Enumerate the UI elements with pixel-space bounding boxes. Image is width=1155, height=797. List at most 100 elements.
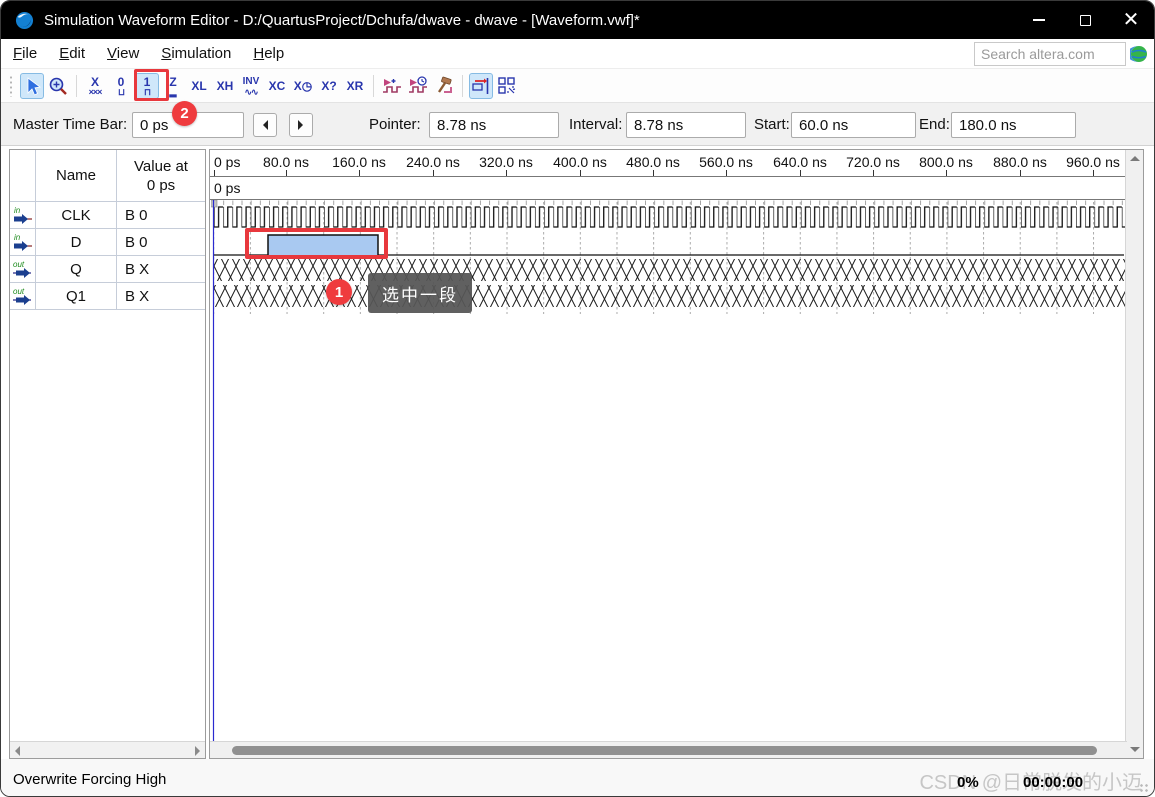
port-direction-cell: in bbox=[10, 202, 36, 229]
signal-panel-hscrollbar[interactable] bbox=[10, 741, 205, 758]
master-time-bar-position: 0 ps bbox=[214, 180, 241, 196]
globe-icon bbox=[1130, 46, 1147, 62]
signal-value[interactable]: B X bbox=[117, 256, 205, 283]
weak-high-button[interactable]: XH bbox=[213, 73, 237, 99]
step-left-button[interactable] bbox=[253, 113, 277, 137]
input-port-icon: in bbox=[13, 233, 32, 251]
resize-grip[interactable] bbox=[1139, 783, 1149, 793]
clock-button[interactable]: X◷ bbox=[291, 73, 315, 99]
start-field[interactable]: 60.0 ns bbox=[791, 112, 916, 138]
menu-bar: File Edit View Simulation Help bbox=[1, 39, 1154, 69]
ruler-label: 960.0 ns bbox=[1066, 154, 1120, 170]
signal-name[interactable]: CLK bbox=[36, 202, 117, 229]
output-port-icon: out bbox=[12, 287, 31, 305]
arbitrary-value-button[interactable]: XR bbox=[343, 73, 367, 99]
close-icon: ✕ bbox=[1122, 9, 1140, 31]
scroll-up-icon[interactable] bbox=[1130, 156, 1140, 161]
forcing-x-icon: X bbox=[90, 74, 99, 89]
random-value-icon: X? bbox=[321, 78, 337, 93]
scroll-down-icon[interactable] bbox=[1130, 747, 1140, 752]
signal-table: Name Value at 0 ps in CLK B 0 in D B 0 o… bbox=[10, 150, 205, 310]
count-value-button[interactable]: XC bbox=[265, 73, 289, 99]
end-field[interactable]: 180.0 ns bbox=[951, 112, 1076, 138]
ruler-label: 320.0 ns bbox=[479, 154, 533, 170]
zoom-icon bbox=[49, 77, 67, 95]
app-window: Simulation Waveform Editor - D:/QuartusP… bbox=[0, 0, 1155, 797]
forcing-0-icon: 0 bbox=[117, 74, 125, 89]
invert-icon: INV bbox=[242, 75, 260, 87]
svg-text:in: in bbox=[14, 206, 21, 215]
menu-help[interactable]: Help bbox=[243, 41, 294, 66]
annotation-box-selection bbox=[245, 228, 388, 259]
menu-edit[interactable]: Edit bbox=[49, 41, 95, 66]
waveform-hscrollbar[interactable] bbox=[210, 741, 1127, 758]
search-input[interactable] bbox=[974, 42, 1126, 66]
arbitrary-value-icon: XR bbox=[346, 78, 364, 93]
insert-waveform-interval-button[interactable] bbox=[380, 73, 404, 99]
value-column-header[interactable]: Value at 0 ps bbox=[117, 150, 205, 202]
scroll-right-icon[interactable] bbox=[195, 746, 200, 756]
status-message: Overwrite Forcing High bbox=[13, 771, 167, 788]
port-direction-cell: out bbox=[10, 283, 36, 310]
annotation-badge-2: 2 bbox=[172, 101, 197, 126]
svg-text:in: in bbox=[14, 233, 21, 242]
ruler-label: 240.0 ns bbox=[406, 154, 460, 170]
master-time-bar-row[interactable]: 0 ps bbox=[210, 177, 1126, 200]
time-ruler[interactable]: 0 ps 80.0 ns 160.0 ns 240.0 ns 320.0 ns … bbox=[210, 150, 1126, 177]
window-title: Simulation Waveform Editor - D:/QuartusP… bbox=[44, 11, 640, 29]
maximize-button[interactable] bbox=[1062, 1, 1108, 39]
generate-waveform-button[interactable] bbox=[432, 73, 456, 99]
master-time-bar-label: Master Time Bar: bbox=[13, 116, 128, 133]
insert-waveform-icon bbox=[383, 78, 401, 93]
forcing-low-button[interactable]: 0 ⊔ bbox=[109, 73, 133, 99]
interval-label: Interval: bbox=[569, 116, 623, 133]
right-arrow-icon bbox=[298, 120, 308, 130]
svg-text:out: out bbox=[13, 287, 25, 296]
minimize-button[interactable] bbox=[1016, 1, 1062, 39]
signal-name[interactable]: Q1 bbox=[36, 283, 117, 310]
hscrollbar-thumb[interactable] bbox=[232, 746, 1097, 755]
step-right-button[interactable] bbox=[289, 113, 313, 137]
pattern-window-button[interactable] bbox=[495, 73, 519, 99]
interval-field[interactable]: 8.78 ns bbox=[626, 112, 746, 138]
menu-simulation[interactable]: Simulation bbox=[151, 41, 241, 66]
signal-name[interactable]: D bbox=[36, 229, 117, 256]
insert-clock-interval-button[interactable] bbox=[406, 73, 430, 99]
svg-text:out: out bbox=[13, 260, 25, 269]
signal-panel: Name Value at 0 ps in CLK B 0 in D B 0 o… bbox=[9, 149, 206, 759]
selection-tool-button[interactable] bbox=[20, 72, 44, 99]
signal-value[interactable]: B 0 bbox=[117, 202, 205, 229]
waveform-canvas[interactable] bbox=[211, 200, 1126, 742]
elapsed-time: 00:00:00 bbox=[1023, 774, 1084, 791]
close-button[interactable]: ✕ bbox=[1108, 1, 1154, 39]
menu-view[interactable]: View bbox=[97, 41, 149, 66]
ruler-label: 800.0 ns bbox=[919, 154, 973, 170]
signal-name[interactable]: Q bbox=[36, 256, 117, 283]
forcing-unknown-x-button[interactable]: X ××× bbox=[83, 73, 107, 99]
status-bar: CSDN @日常脱发的小迈 Overwrite Forcing High 0% … bbox=[1, 759, 1154, 796]
signal-value[interactable]: B 0 bbox=[117, 229, 205, 256]
name-column-header[interactable]: Name bbox=[36, 150, 117, 202]
signal-value[interactable]: B X bbox=[117, 283, 205, 310]
selection-arrow-icon bbox=[27, 76, 41, 96]
pointer-field[interactable]: 8.78 ns bbox=[429, 112, 559, 138]
ruler-label: 400.0 ns bbox=[553, 154, 607, 170]
annotation-badge-1: 1 bbox=[326, 279, 352, 305]
weak-low-button[interactable]: XL bbox=[187, 73, 211, 99]
menu-file[interactable]: File bbox=[3, 41, 47, 66]
snap-to-transition-icon bbox=[472, 77, 489, 94]
invert-button[interactable]: INV ∿∿ bbox=[239, 73, 263, 99]
zoom-tool-button[interactable] bbox=[46, 73, 70, 99]
toolbar-grip[interactable] bbox=[9, 74, 13, 97]
waveform-vscrollbar[interactable] bbox=[1125, 150, 1143, 758]
ruler-label: 160.0 ns bbox=[332, 154, 386, 170]
scroll-left-icon[interactable] bbox=[15, 746, 20, 756]
snap-to-transition-button[interactable] bbox=[469, 72, 493, 99]
random-value-button[interactable]: X? bbox=[317, 73, 341, 99]
weak-low-icon: XL bbox=[191, 78, 207, 93]
screen: Simulation Waveform Editor - D:/QuartusP… bbox=[0, 0, 1155, 797]
start-label: Start: bbox=[754, 116, 790, 133]
output-port-icon: out bbox=[12, 260, 31, 278]
ruler-label: 880.0 ns bbox=[993, 154, 1047, 170]
annotation-tooltip: 选中一段 bbox=[368, 273, 472, 313]
